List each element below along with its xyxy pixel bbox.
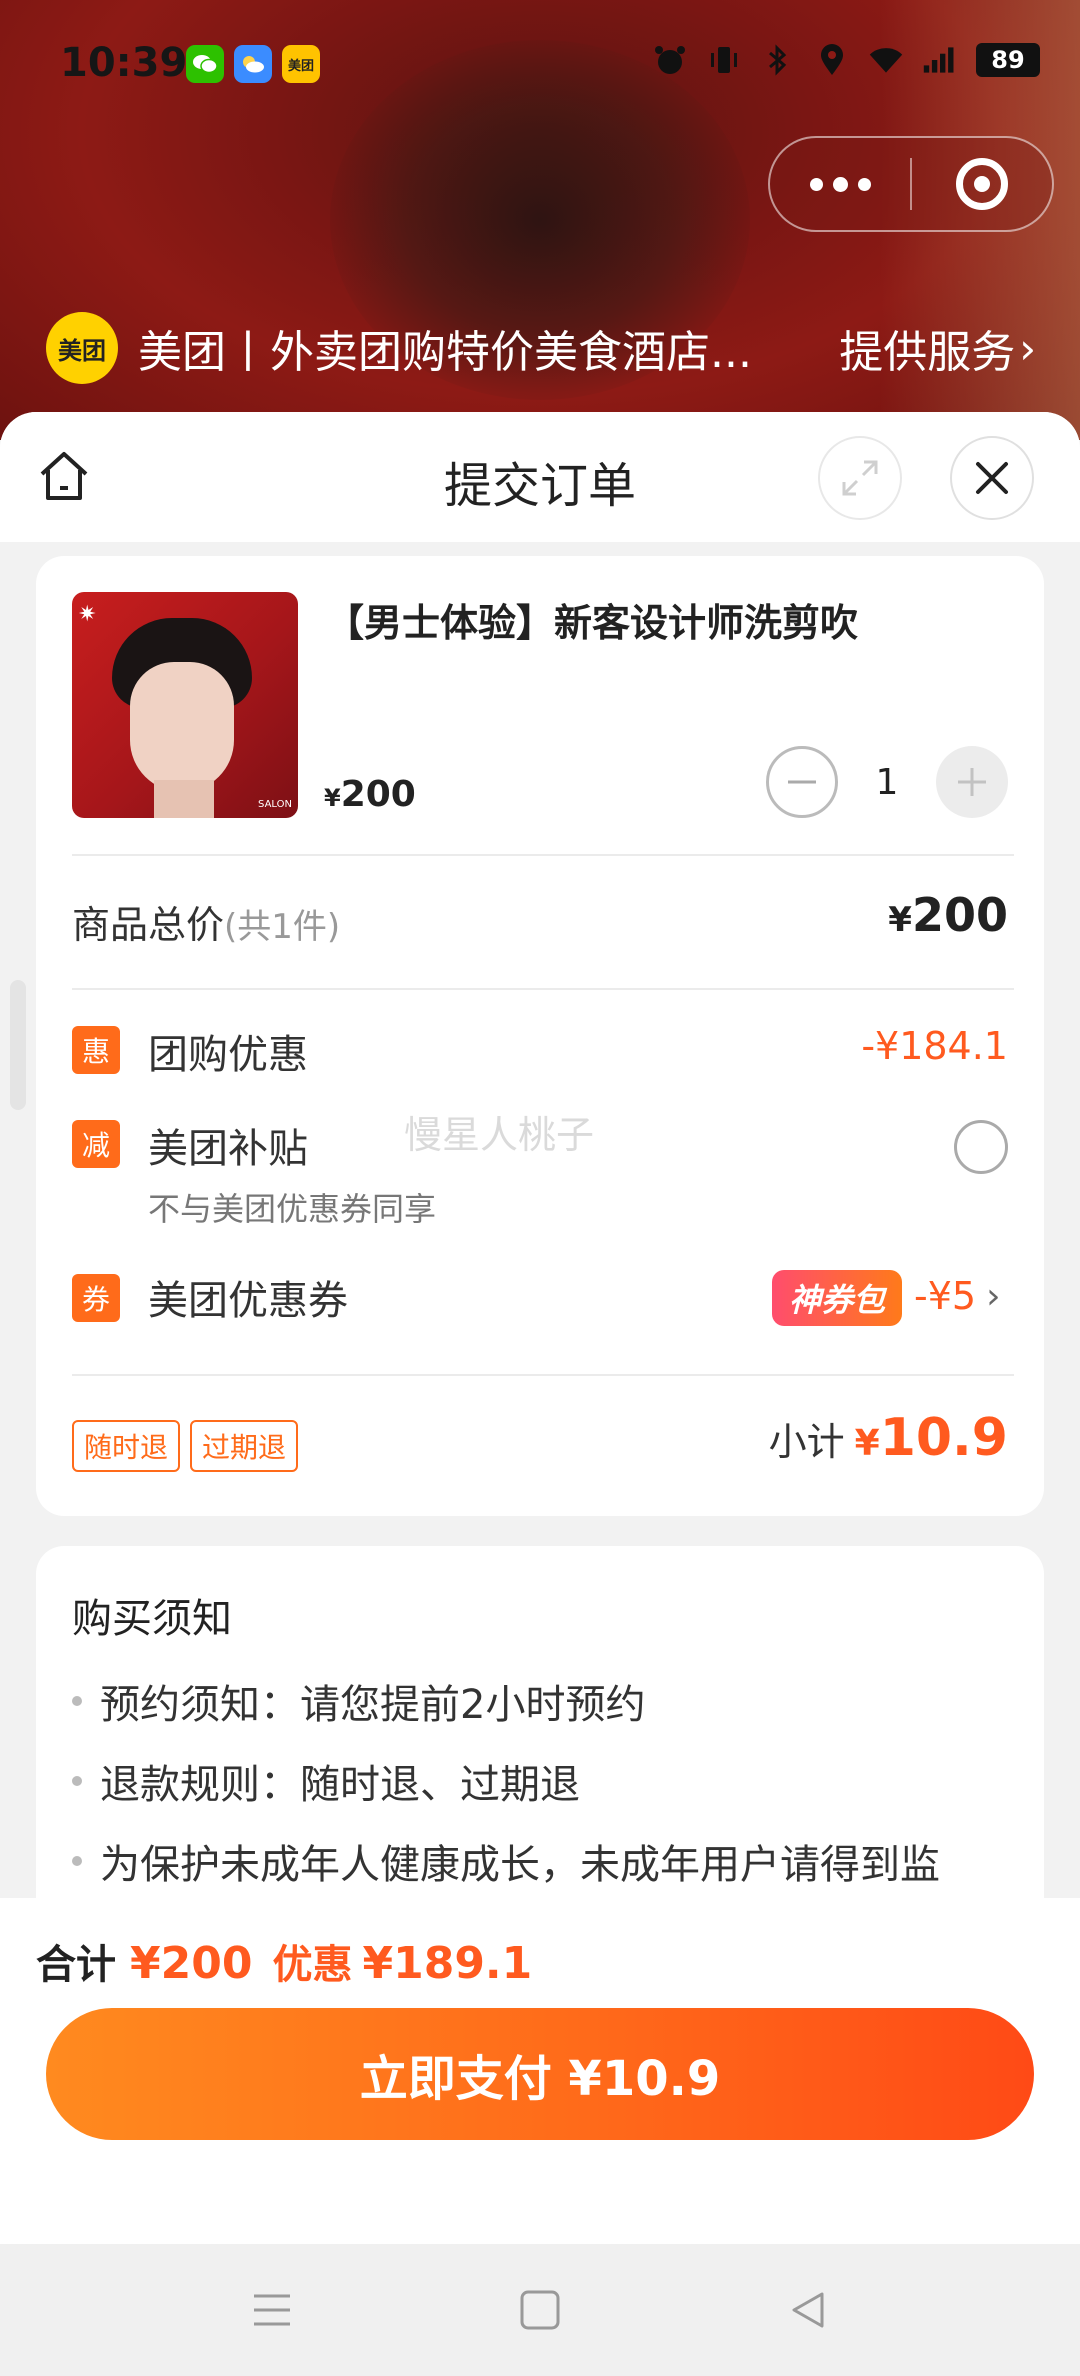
sum-value: ¥200 — [130, 1938, 253, 1989]
subsidy-label: 美团补贴 — [148, 1126, 308, 1172]
coupon-value: -¥5 — [914, 1274, 977, 1318]
chevron-right-icon: › — [986, 1275, 1001, 1317]
refund-tags: 随时退 过期退 — [72, 1420, 299, 1472]
status-bar: 10:39 美团 89 — [0, 0, 1080, 130]
battery-indicator: 89 — [976, 43, 1040, 77]
subtotal: 小计 ¥10.9 — [769, 1408, 1008, 1468]
dot-icon — [809, 177, 823, 191]
goods-total-label: 商品总价(共1件) — [72, 894, 340, 949]
bluetooth-icon — [760, 42, 796, 78]
scroll-handle[interactable] — [10, 980, 26, 1110]
vibrate-icon — [706, 42, 742, 78]
minus-icon — [788, 780, 816, 784]
refund-expired-tag: 过期退 — [190, 1420, 299, 1472]
checkout-bar: 合计 ¥200 优惠 ¥189.1 立即支付 ¥10.9 — [0, 1898, 1080, 2244]
status-time: 10:39 — [60, 40, 188, 86]
goods-count: (共1件) — [224, 907, 341, 947]
goods-total-text: 商品总价 — [72, 903, 225, 947]
weather-icon — [234, 45, 272, 83]
home-square-icon[interactable] — [518, 2288, 562, 2332]
signal-icon — [922, 42, 958, 78]
menu-icon[interactable] — [250, 2288, 294, 2332]
notice-text: 退款规则：随时退、过期退 — [100, 1762, 580, 1808]
sheet-header: 提交订单 — [0, 412, 1080, 542]
meituan-app-icon: 美团 — [282, 45, 320, 83]
product-price: ¥200 — [324, 774, 416, 815]
coupon-pack-badge[interactable]: 神券包 — [772, 1270, 902, 1326]
location-icon — [814, 42, 850, 78]
service-title: 美团丨外卖团购特价美食酒店... — [138, 327, 752, 378]
goods-total-value: ¥200 — [888, 888, 1008, 942]
subsidy-note: 不与美团优惠券同享 — [148, 1190, 437, 1228]
divider — [72, 988, 1014, 990]
wifi-icon — [868, 42, 904, 78]
order-card: ✷ SALON 【男士体验】新客设计师洗剪吹 ¥200 1 商品总价(共1件) … — [36, 556, 1044, 1516]
meituan-logo: 美团 — [46, 312, 118, 384]
refund-anytime-tag: 随时退 — [72, 1420, 181, 1472]
dot-icon — [857, 177, 871, 191]
notice-text: 为保护未成年人健康成长，未成年用户请得到监 — [100, 1842, 940, 1888]
divider — [72, 854, 1014, 856]
notice-title: 购买须知 — [72, 1596, 232, 1642]
notice-item: 退款规则：随时退、过期退 — [72, 1752, 580, 1810]
quantity-stepper: 1 — [766, 746, 1008, 818]
coupon-selector[interactable]: -¥5 › — [914, 1274, 1000, 1318]
alarm-icon — [652, 42, 688, 78]
subsidy-tag-icon: 减 — [72, 1120, 120, 1168]
increase-quantity-button[interactable] — [936, 746, 1008, 818]
subsidy-radio[interactable] — [954, 1120, 1008, 1174]
service-link-label: 提供服务 — [839, 327, 1016, 378]
discount-label: 优惠 — [272, 1942, 353, 1988]
sparkle-icon: ✷ — [78, 602, 97, 627]
checkout-summary: 合计 ¥200 优惠 ¥189.1 — [36, 1932, 532, 1990]
notice-text: 预约须知：请您提前2小时预约 — [100, 1682, 646, 1728]
notice-item: 为保护未成年人健康成长，未成年用户请得到监 — [72, 1832, 940, 1890]
page-title: 提交订单 — [443, 458, 636, 514]
currency-symbol: ¥ — [888, 900, 912, 940]
quantity-value: 1 — [875, 761, 899, 803]
product-image[interactable]: ✷ SALON — [72, 592, 298, 818]
close-icon — [976, 462, 1008, 494]
chevron-right-icon: › — [1019, 323, 1036, 373]
more-options-button[interactable] — [770, 138, 910, 230]
plus-icon — [958, 768, 986, 796]
subtotal-label: 小计 — [768, 1420, 845, 1464]
product-name: 【男士体验】新客设计师洗剪吹 — [326, 601, 859, 645]
coupon-tag-icon: 券 — [72, 1274, 120, 1322]
dot-icon — [832, 176, 848, 192]
currency-symbol: ¥ — [854, 1423, 880, 1464]
system-navigation-bar — [0, 2244, 1080, 2376]
group-buy-discount-label: 团购优惠 — [148, 1032, 308, 1078]
coupon-label: 美团优惠券 — [148, 1278, 348, 1324]
miniprogram-capsule — [768, 136, 1054, 232]
expand-button[interactable] — [818, 436, 902, 520]
close-miniprogram-button[interactable] — [912, 138, 1052, 230]
product-price-value: 200 — [340, 774, 416, 815]
target-icon — [955, 158, 1008, 210]
divider — [72, 1374, 1014, 1376]
watermark-text: 慢星人桃子 — [404, 1113, 595, 1157]
currency-symbol: ¥ — [324, 784, 341, 812]
decrease-quantity-button[interactable] — [766, 746, 838, 818]
back-icon[interactable] — [786, 2288, 830, 2332]
close-button[interactable] — [950, 436, 1034, 520]
discount-tag-icon: 惠 — [72, 1026, 120, 1074]
notice-item: 预约须知：请您提前2小时预约 — [72, 1672, 645, 1730]
product-image-brand: SALON — [258, 799, 292, 810]
wechat-icon — [186, 45, 224, 83]
service-provider-row: 美团 美团丨外卖团购特价美食酒店... 提供服务 › — [46, 310, 1036, 386]
sum-label: 合计 — [36, 1942, 116, 1988]
goods-total-amount: 200 — [911, 888, 1008, 942]
expand-icon — [842, 460, 878, 496]
group-buy-discount-value: -¥184.1 — [861, 1024, 1008, 1068]
system-status-icons: 89 — [652, 42, 1040, 78]
discount-value: ¥189.1 — [362, 1938, 533, 1989]
service-provider-link[interactable]: 提供服务 › — [839, 316, 1036, 380]
pay-now-button[interactable]: 立即支付 ¥10.9 — [46, 2008, 1034, 2140]
notification-icons: 美团 — [186, 45, 320, 83]
subtotal-value: 10.9 — [879, 1408, 1008, 1468]
